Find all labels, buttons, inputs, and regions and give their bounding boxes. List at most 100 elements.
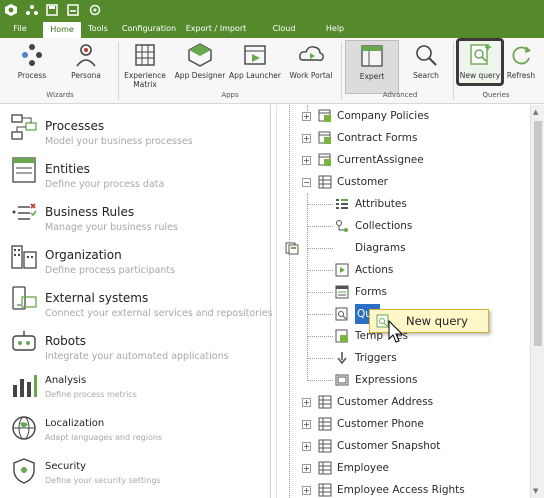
external-systems-icon (12, 286, 37, 310)
nav-item-entities[interactable]: Entities Define your process data (0, 154, 270, 194)
entity-lock-icon (318, 131, 331, 144)
expressions-icon (335, 374, 349, 386)
app-launcher-icon (244, 45, 266, 65)
nav-item-analysis[interactable]: Analysis Define process metrics (0, 369, 270, 409)
app-designer-button[interactable]: App Designer (172, 40, 228, 94)
business-rules-icon (12, 203, 37, 220)
tree-connector (307, 226, 333, 227)
tab-file[interactable]: File (4, 20, 36, 38)
expert-button[interactable]: Expert (345, 40, 399, 94)
entity-table-icon (318, 461, 332, 475)
scrollbar-thumb[interactable] (534, 121, 542, 346)
quick-access-network-icon[interactable] (25, 3, 39, 17)
tab-export-import[interactable]: Export / Import (185, 20, 247, 38)
expand-icon[interactable]: + (302, 134, 311, 143)
work-portal-icon (299, 46, 324, 61)
tree-item-customer[interactable]: − Customer (285, 172, 525, 192)
tree-item-collections[interactable]: Collections (285, 216, 525, 236)
tree-item-customer-snapshot[interactable]: + Customer Snapshot (285, 436, 525, 456)
tree-item-customer-phone[interactable]: + Customer Phone (285, 414, 525, 434)
process-button[interactable]: Process (10, 40, 54, 94)
tree-scrollbar[interactable]: ▲ ▼ (530, 105, 544, 498)
scroll-up-arrow-icon[interactable]: ▲ (533, 108, 538, 116)
tree-item-employee[interactable]: + Employee (285, 458, 525, 478)
tree-item-triggers[interactable]: Triggers (285, 348, 525, 368)
nav-item-business-rules[interactable]: Business Rules Manage your business rule… (0, 197, 270, 237)
scroll-down-arrow-icon[interactable]: ▼ (533, 487, 538, 495)
tree-connector (307, 292, 333, 293)
experience-matrix-button[interactable]: Experience Matrix (122, 40, 168, 94)
shield-icon (13, 458, 35, 484)
tree-item-diagrams[interactable]: Diagrams (285, 238, 525, 258)
tab-configuration[interactable]: Configuration (118, 20, 180, 38)
attributes-icon (336, 199, 348, 209)
tree-connector (307, 270, 333, 271)
ribbon-tabs: File Home Tools Configuration Export / I… (0, 20, 544, 51)
expand-icon[interactable]: + (302, 156, 311, 165)
globe-icon (12, 416, 36, 440)
persona-button[interactable]: Persona (64, 40, 108, 94)
nav-item-organization[interactable]: Organization Define process participants (0, 240, 270, 280)
tree-item-forms[interactable]: Forms (285, 282, 525, 302)
app-launcher-button[interactable]: App Launcher (229, 40, 281, 94)
app-designer-icon (188, 43, 212, 67)
tree-item-current-assignee[interactable]: + CurrentAssignee (285, 150, 525, 170)
nav-item-security[interactable]: Security Define your security settings (0, 455, 270, 495)
nav-item-external-systems[interactable]: External systems Connect your external s… (0, 283, 273, 323)
quick-access-save-icon[interactable] (45, 3, 59, 17)
mouse-pointer-icon (388, 320, 404, 343)
tab-home[interactable]: Home (43, 20, 81, 38)
persona-icon (76, 44, 96, 67)
entity-table-icon (318, 417, 332, 431)
tree-item-attributes[interactable]: Attributes (285, 194, 525, 214)
new-query-button[interactable]: New query (456, 38, 504, 86)
nav-item-processes[interactable]: Processes Model your business processes (0, 111, 270, 151)
entity-table-icon (318, 483, 332, 497)
triggers-icon (337, 352, 347, 365)
expand-icon[interactable]: + (302, 420, 311, 429)
refresh-button[interactable]: Refresh (504, 40, 538, 94)
nav-item-localization[interactable]: Localization Adapt languages and regions (0, 412, 270, 452)
tree-item-actions[interactable]: Actions (285, 260, 525, 280)
nav-item-robots[interactable]: Robots Integrate your automated applicat… (0, 326, 270, 366)
group-label-advanced: Advanced (382, 91, 418, 99)
tree-item-customer-address[interactable]: + Customer Address (285, 392, 525, 412)
app-logo-icon (4, 3, 18, 17)
collapse-icon[interactable]: − (302, 178, 311, 187)
expand-icon[interactable]: + (302, 398, 311, 407)
tab-cloud-services[interactable]: Cloud Services (255, 20, 313, 51)
tree-item-company-policies[interactable]: + Company Policies (285, 106, 525, 126)
entity-tree: + Company Policies + Contract Forms + Cu… (285, 105, 530, 498)
group-separator (118, 42, 119, 100)
refresh-icon (512, 46, 531, 65)
templates-icon (335, 329, 348, 343)
analysis-icon (13, 375, 37, 397)
tab-tools[interactable]: Tools (83, 20, 113, 38)
expand-icon[interactable]: + (302, 442, 311, 451)
work-portal-button[interactable]: Work Portal (286, 40, 336, 94)
entity-lock-icon (318, 109, 331, 122)
entity-table-icon (318, 439, 332, 453)
expand-icon[interactable]: + (302, 486, 311, 495)
tree-connector (307, 204, 333, 205)
tab-help[interactable]: Help (320, 20, 350, 38)
tree-item-expressions[interactable]: Expressions (285, 370, 525, 390)
quick-access-open-icon[interactable] (66, 3, 80, 17)
actions-icon (335, 263, 349, 277)
collections-icon (336, 220, 348, 232)
tree-connector (307, 380, 333, 381)
navigation-panel: Processes Model your business processes … (0, 105, 273, 498)
expand-icon[interactable]: + (302, 112, 311, 121)
expand-icon[interactable]: + (302, 464, 311, 473)
queries-icon (335, 307, 348, 321)
context-menu-new-query[interactable]: New query (369, 309, 489, 333)
entity-table-icon (318, 395, 332, 409)
new-query-icon (470, 44, 491, 65)
tree-item-contract-forms[interactable]: + Contract Forms (285, 128, 525, 148)
tree-item-employee-access-rights[interactable]: + Employee Access Rights (285, 480, 525, 498)
panel-splitter[interactable] (270, 105, 271, 498)
quick-access-settings-icon[interactable] (88, 3, 102, 17)
organization-icon (11, 245, 37, 269)
search-button[interactable]: Search (404, 40, 448, 94)
title-bar (0, 0, 544, 20)
